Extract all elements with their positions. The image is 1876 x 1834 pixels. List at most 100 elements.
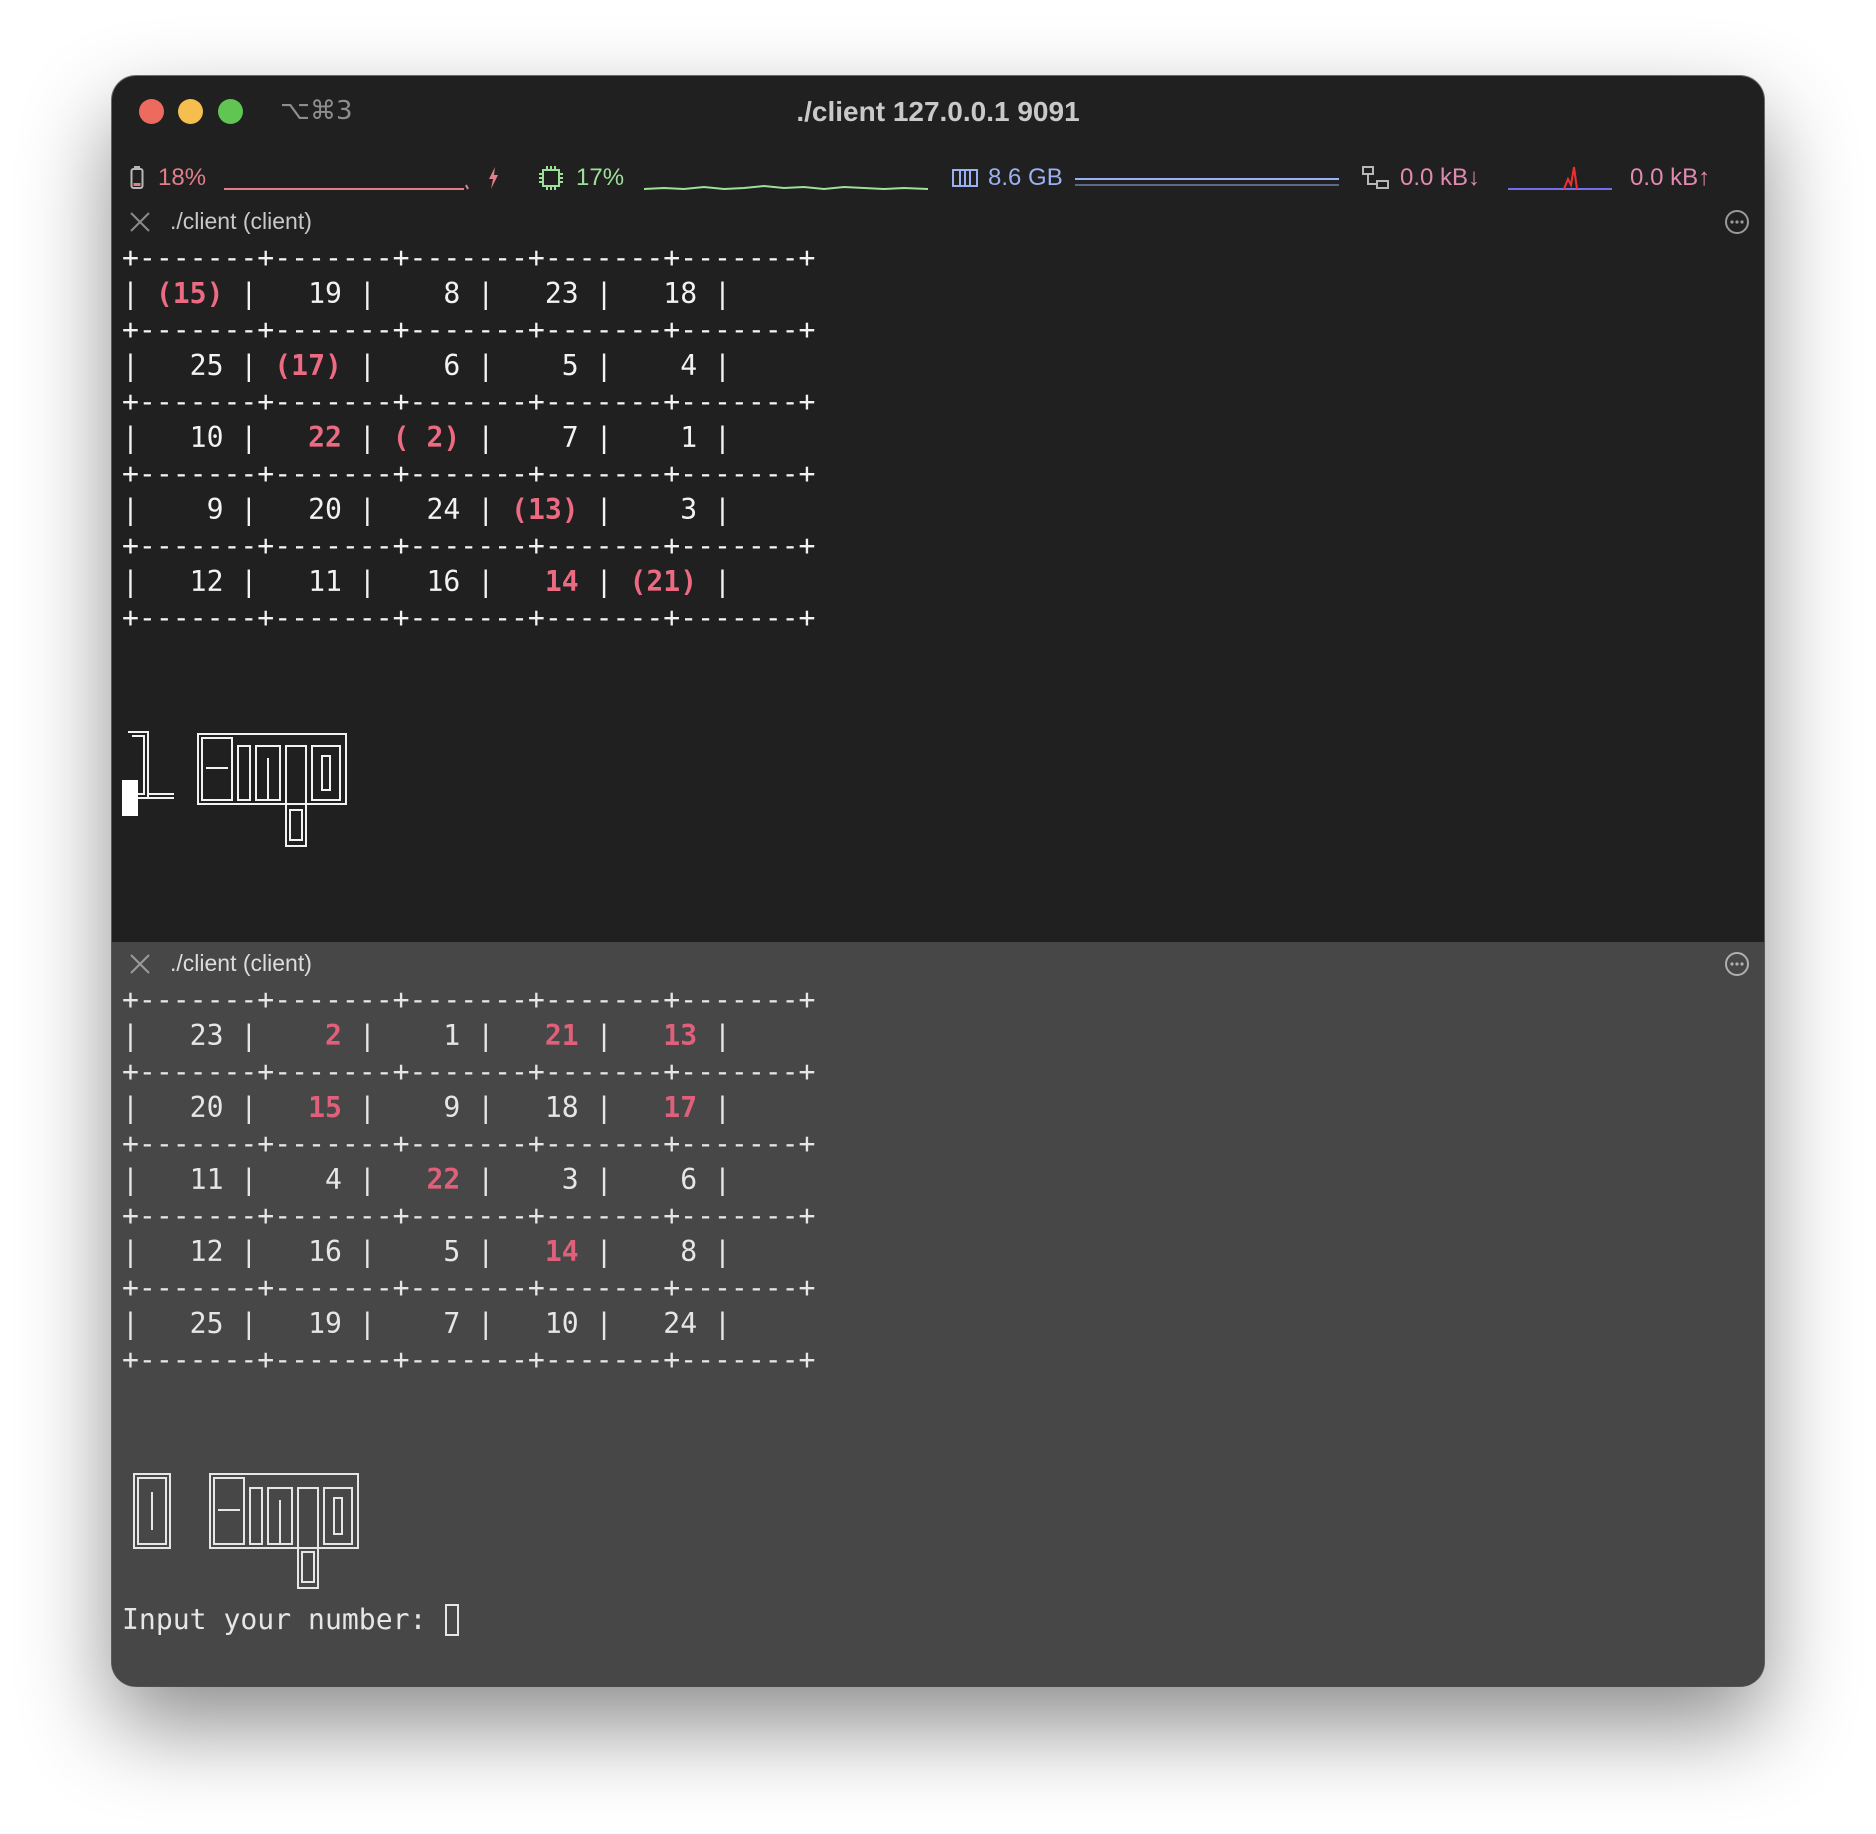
input-prompt-line[interactable]: Input your number: [122, 1602, 460, 1638]
terminal-pane-top[interactable]: ./client (client) +-------+-------+-----… [112, 200, 1764, 942]
board-row: | 25 | (17) | 6 | 5 | 4 | [122, 349, 731, 382]
board-border: +-------+-------+-------+-------+-------… [122, 1271, 816, 1304]
board-border: +-------+-------+-------+-------+-------… [122, 1199, 816, 1232]
bingo-count-art: 1 [128, 731, 347, 847]
board-row: | 12 | 11 | 16 | 14 | (21) | [122, 565, 731, 598]
board-cell: 1 [375, 1019, 478, 1052]
terminal-cursor [122, 780, 138, 816]
board-cell: 11 [138, 1163, 241, 1196]
charging-icon [489, 167, 499, 189]
board-row: | 12 | 16 | 5 | 14 | 8 | [122, 1235, 731, 1268]
input-prompt: Input your number: [122, 1603, 444, 1636]
marked-cell: 15 [257, 1091, 359, 1124]
board-cell: 20 [138, 1091, 241, 1124]
board-cell: 16 [257, 1235, 359, 1268]
board-cell: 4 [257, 1163, 359, 1196]
board-border: +-------+-------+-------+-------+-------… [122, 241, 816, 274]
status-bar: 18% 17% 8.6 GB 0.0 kB↓ 0.0 kB↑ [112, 156, 1764, 200]
board-border: +-------+-------+-------+-------+-------… [122, 1343, 816, 1376]
network-graph [1508, 166, 1613, 190]
board-row: | 9 | 20 | 24 | (13) | 3 | [122, 493, 731, 526]
board-cell: 1 [612, 421, 715, 454]
board-cell: 3 [494, 1163, 596, 1196]
board-cell: 5 [375, 1235, 478, 1268]
board-cell: 5 [494, 349, 596, 382]
board-cell: 3 [612, 493, 715, 526]
marked-cell: 21 [494, 1019, 596, 1052]
board-cell: 24 [375, 493, 478, 526]
board-cell: 8 [375, 277, 478, 310]
board-cell: 12 [138, 1235, 241, 1268]
board-cell: 10 [138, 421, 241, 454]
battery-graph [224, 184, 469, 190]
board-cell: 24 [612, 1307, 715, 1340]
board-border: +-------+-------+-------+-------+-------… [122, 385, 816, 418]
board-border: +-------+-------+-------+-------+-------… [122, 1127, 816, 1160]
terminal-window: ⌥⌘3 ./client 127.0.0.1 9091 18% 17% 8.6 … [112, 76, 1764, 1686]
board-cell: 6 [375, 349, 478, 382]
network-download: 0.0 kB↓ [1400, 164, 1481, 191]
network-status: 0.0 kB↓ 0.0 kB↑ [1362, 156, 1710, 200]
board-row: | 10 | 22 | ( 2) | 7 | 1 | [122, 421, 731, 454]
board-cell: 25 [138, 1307, 241, 1340]
bingo-board: +-------+-------+-------+-------+-------… [122, 982, 815, 1378]
marked-cell: (15) [138, 277, 241, 310]
title-bar: ⌥⌘3 ./client 127.0.0.1 9091 [112, 76, 1764, 136]
board-cell: 7 [375, 1307, 478, 1340]
board-row: | 23 | 2 | 1 | 21 | 13 | [122, 1019, 731, 1052]
memory-icon [952, 169, 978, 187]
marked-cell: (17) [257, 349, 359, 382]
marked-cell: 14 [494, 1235, 596, 1268]
board-cell: 11 [257, 565, 359, 598]
network-upload: 0.0 kB↑ [1630, 164, 1711, 191]
board-cell: 18 [494, 1091, 596, 1124]
board-cell: 23 [494, 277, 596, 310]
board-cell: 4 [612, 349, 715, 382]
battery-icon [130, 166, 144, 189]
marked-cell: 14 [494, 565, 596, 598]
memory-status: 8.6 GB [952, 156, 1345, 200]
board-cell: 7 [494, 421, 596, 454]
board-cell: 8 [612, 1235, 715, 1268]
board-cell: 19 [257, 1307, 359, 1340]
board-border: +-------+-------+-------+-------+-------… [122, 1055, 816, 1088]
more-options-icon[interactable] [1724, 951, 1750, 977]
marked-cell: 22 [375, 1163, 478, 1196]
terminal-cursor[interactable] [445, 1604, 460, 1636]
pane-title: ./client (client) [170, 208, 312, 234]
board-cell: 16 [375, 565, 478, 598]
cpu-graph [644, 184, 929, 191]
cpu-status: 17% [538, 156, 934, 200]
pane-title: ./client (client) [170, 950, 312, 976]
board-cell: 6 [612, 1163, 715, 1196]
marked-cell: ( 2) [375, 421, 478, 454]
memory-used: 8.6 GB [988, 164, 1063, 191]
marked-cell: 17 [612, 1091, 715, 1124]
marked-cell: (13) [494, 493, 596, 526]
close-icon[interactable] [128, 952, 152, 976]
board-row: | 25 | 19 | 7 | 10 | 24 | [122, 1307, 731, 1340]
marked-cell: (21) [612, 565, 715, 598]
board-cell: 25 [138, 349, 241, 382]
battery-status: 18% [130, 156, 500, 200]
pane-header: ./client (client) [112, 942, 1764, 986]
board-cell: 10 [494, 1307, 596, 1340]
marked-cell: 22 [257, 421, 359, 454]
pane-header: ./client (client) [112, 200, 1764, 244]
board-border: +-------+-------+-------+-------+-------… [122, 313, 816, 346]
board-row: | (15) | 19 | 8 | 23 | 18 | [122, 277, 731, 310]
board-row: | 20 | 15 | 9 | 18 | 17 | [122, 1091, 731, 1124]
board-row: | 11 | 4 | 22 | 3 | 6 | [122, 1163, 731, 1196]
battery-percent: 18% [158, 164, 207, 191]
close-icon[interactable] [128, 210, 152, 234]
cpu-percent: 17% [576, 164, 625, 191]
window-title: ./client 127.0.0.1 9091 [796, 96, 1080, 127]
network-icon [1362, 166, 1389, 189]
marked-cell: 13 [612, 1019, 715, 1052]
board-cell: 20 [257, 493, 359, 526]
memory-graph [1074, 178, 1339, 186]
board-cell: 23 [138, 1019, 241, 1052]
board-cell: 19 [257, 277, 359, 310]
more-options-icon[interactable] [1724, 209, 1750, 235]
terminal-pane-bottom[interactable]: ./client (client) +-------+-------+-----… [112, 942, 1764, 1686]
